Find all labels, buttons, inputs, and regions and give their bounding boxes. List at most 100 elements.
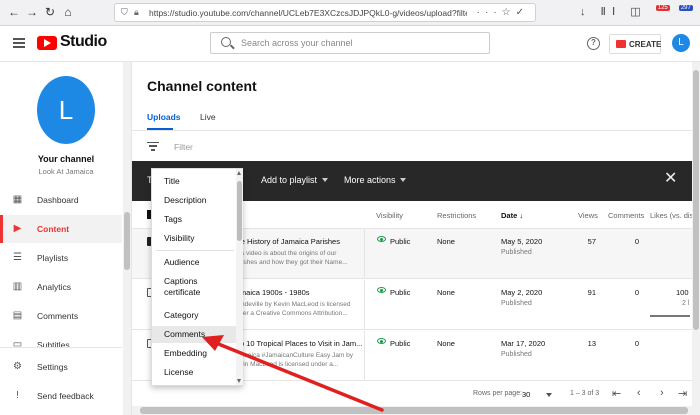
reload-icon[interactable]: ↻	[42, 4, 58, 20]
horizontal-scrollbar[interactable]	[132, 406, 692, 415]
sidebar-item-label: Content	[37, 224, 70, 234]
comments-value: 0	[634, 339, 639, 348]
rows-per-page-select[interactable]: 30	[522, 390, 530, 399]
comments-value: 0	[634, 288, 639, 297]
main-scrollbar-thumb[interactable]	[693, 70, 699, 330]
account-avatar[interactable]: L	[672, 34, 690, 52]
menu-item-tags[interactable]: Tags	[152, 214, 236, 225]
scroll-up-icon[interactable]	[237, 171, 241, 175]
close-icon[interactable]: ✕	[664, 171, 677, 187]
likes-sub-value: 2 l	[682, 300, 690, 307]
tab-live[interactable]: Live	[200, 112, 216, 122]
filter-input[interactable]: Filter	[174, 142, 193, 152]
search-input[interactable]: Search across your channel	[210, 32, 490, 54]
menu-item-embedding[interactable]: Embedding	[152, 348, 236, 359]
video-camera-icon	[616, 40, 626, 48]
add-to-playlist-button[interactable]: Add to playlist	[261, 175, 317, 185]
channel-name: Your channel	[37, 154, 95, 164]
restrictions-value: None	[437, 288, 455, 297]
dropdown-scrollbar[interactable]	[236, 169, 243, 385]
video-description: This video is about the origins of our P…	[232, 250, 348, 266]
sidebar-item-analytics[interactable]: ▥ Analytics	[0, 273, 122, 301]
views-value: 57	[587, 237, 596, 246]
menu-divider	[156, 250, 234, 251]
extension-badge-blue[interactable]: 297	[678, 5, 693, 11]
column-restrictions[interactable]: Restrictions	[437, 211, 476, 220]
menu-item-title[interactable]: Title	[152, 176, 236, 187]
menu-item-license[interactable]: License	[152, 367, 236, 378]
sidebar-item-send-feedback[interactable]: ! Send feedback	[0, 382, 122, 410]
url-bar[interactable]: ⛉ 🔒︎ https://studio.youtube.com/channel/…	[114, 3, 536, 22]
video-title[interactable]: Jamaica 1900s - 1980s	[232, 288, 310, 297]
sidebar-scrollbar[interactable]	[123, 62, 131, 415]
column-separator	[364, 229, 365, 279]
menu-item-comments[interactable]: Comments	[152, 326, 236, 343]
channel-avatar[interactable]: L	[37, 76, 95, 144]
visibility-value[interactable]: Public	[390, 339, 410, 348]
more-actions-button[interactable]: More actions	[344, 175, 396, 185]
subtitles-icon: ▭	[12, 339, 23, 350]
chevron-down-icon[interactable]	[546, 393, 552, 397]
main-vertical-scrollbar[interactable]	[692, 62, 700, 415]
extension-badge-red[interactable]: 125	[655, 5, 670, 11]
video-title[interactable]: Top 10 Tropical Places to Visit in Jam..…	[232, 339, 362, 348]
sidebar-item-dashboard[interactable]: ▦ Dashboard	[0, 186, 122, 214]
eye-icon	[377, 338, 386, 344]
gear-icon: ⚙	[13, 361, 22, 372]
sidebar-item-label: Subtitles	[37, 340, 70, 350]
menu-item-visibility[interactable]: Visibility	[152, 233, 236, 244]
url-text: https://studio.youtube.com/channel/UCLeb…	[149, 8, 467, 18]
visibility-value[interactable]: Public	[390, 288, 410, 297]
menu-item-captions-certificate[interactable]: Captions certificate	[152, 276, 232, 298]
likes-bar	[650, 315, 690, 317]
home-icon[interactable]: ⌂	[60, 4, 76, 20]
tab-uploads[interactable]: Uploads	[147, 112, 181, 122]
menu-icon[interactable]	[13, 38, 25, 48]
lock-icon: 🔒︎	[134, 7, 139, 17]
menu-item-description[interactable]: Description	[152, 195, 236, 206]
sidebar: L Your channel Look At Jamaica ▦ Dashboa…	[0, 62, 132, 415]
dropdown-scrollbar-thumb[interactable]	[237, 181, 242, 241]
search-placeholder: Search across your channel	[241, 38, 353, 48]
restrictions-value: None	[437, 339, 455, 348]
column-likes[interactable]: Likes (vs. disli	[650, 211, 697, 220]
column-separator	[364, 331, 365, 381]
create-label: CREATE	[629, 40, 662, 49]
column-comments[interactable]: Comments	[608, 211, 644, 220]
column-visibility[interactable]: Visibility	[376, 211, 403, 220]
help-icon[interactable]: ?	[587, 37, 600, 50]
visibility-value[interactable]: Public	[390, 237, 410, 246]
column-views[interactable]: Views	[578, 211, 598, 220]
browser-extension-icons[interactable]: ↓ ⅡⅠ ◫ 125 297 ≡	[580, 5, 700, 18]
horizontal-scrollbar-thumb[interactable]	[140, 407, 688, 414]
comments-icon: ▤	[12, 310, 23, 321]
sidebar-item-comments[interactable]: ▤ Comments	[0, 302, 122, 330]
columns-dropdown-menu: Title Description Tags Visibility Audien…	[151, 168, 243, 386]
column-date[interactable]: Date ↓	[501, 211, 523, 220]
tab-divider	[132, 130, 700, 131]
sidebar-scrollbar-thumb[interactable]	[124, 212, 130, 270]
date-value: Mar 17, 2020	[501, 339, 546, 348]
analytics-icon: ▥	[12, 281, 23, 292]
scroll-down-icon[interactable]	[237, 379, 241, 383]
forward-icon[interactable]: →	[24, 4, 40, 20]
create-button[interactable]: CREATE	[609, 34, 661, 54]
back-icon[interactable]: ←	[6, 4, 22, 20]
first-page-icon[interactable]: ⇤	[612, 387, 621, 400]
sidebar-item-content[interactable]: ▶ Content	[0, 215, 122, 243]
filter-icon[interactable]	[147, 142, 159, 151]
video-title[interactable]: The History of Jamaica Parishes	[232, 237, 340, 246]
page-actions-icons[interactable]: ···☆✓	[477, 7, 529, 18]
sidebar-item-settings[interactable]: ⚙ Settings	[0, 353, 122, 381]
sidebar-item-label: Settings	[37, 362, 68, 372]
prev-page-icon[interactable]: ‹	[637, 387, 641, 399]
next-page-icon[interactable]: ›	[660, 387, 664, 399]
sidebar-item-playlists[interactable]: ☰ Playlists	[0, 244, 122, 272]
last-page-icon[interactable]: ⇥	[678, 387, 687, 400]
date-value: May 2, 2020	[501, 288, 543, 297]
youtube-logo-icon[interactable]	[37, 36, 57, 50]
menu-item-category[interactable]: Category	[152, 310, 236, 321]
views-value: 91	[587, 288, 596, 297]
studio-logo-text[interactable]: Studio	[60, 33, 107, 51]
menu-item-audience[interactable]: Audience	[152, 257, 236, 268]
